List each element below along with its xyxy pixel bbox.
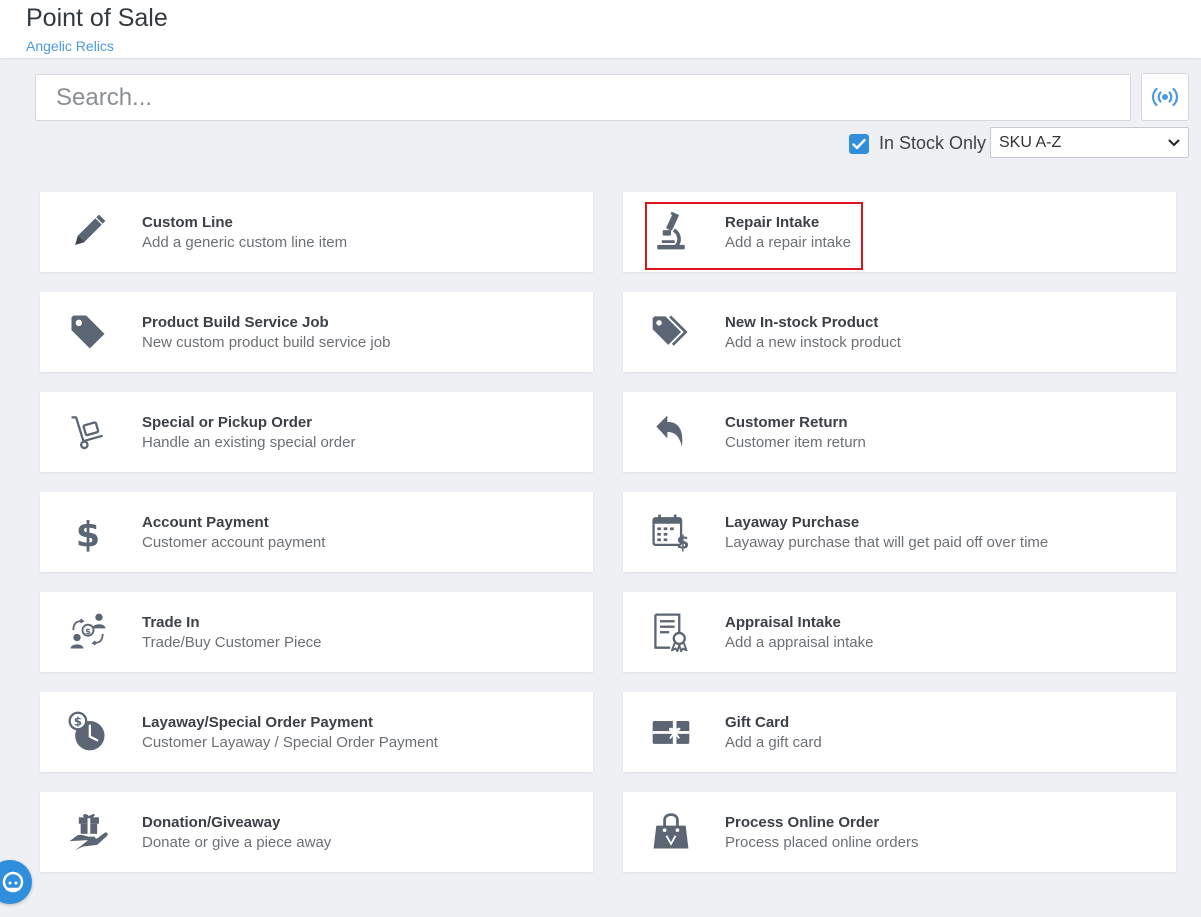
card-title: Special or Pickup Order xyxy=(142,414,313,431)
card-subtitle: Process placed online orders xyxy=(725,834,919,851)
card-title: Repair Intake xyxy=(725,214,820,231)
card-title: Custom Line xyxy=(142,214,233,231)
card-custom-line[interactable]: Custom Line Add a generic custom line it… xyxy=(40,192,593,272)
card-subtitle: New custom product build service job xyxy=(142,334,391,351)
card-special-or-pickup-order[interactable]: Special or Pickup Order Handle an existi… xyxy=(40,392,593,472)
store-name-link[interactable]: Angelic Relics xyxy=(26,38,114,54)
card-title: Product Build Service Job xyxy=(142,314,329,331)
card-product-build-service-job[interactable]: Product Build Service Job New custom pro… xyxy=(40,292,593,372)
card-title: Gift Card xyxy=(725,714,790,731)
card-title: Layaway Purchase xyxy=(725,514,860,531)
card-repair-intake[interactable]: Repair Intake Add a repair intake xyxy=(623,192,1176,272)
card-account-payment[interactable]: $ Account Payment Customer account payme… xyxy=(40,492,593,572)
svg-text:$: $ xyxy=(74,715,82,729)
search-input[interactable] xyxy=(35,74,1131,121)
tags-icon xyxy=(647,308,695,356)
svg-text:$: $ xyxy=(76,516,100,554)
card-title: Layaway/Special Order Payment xyxy=(142,714,373,731)
card-layaway-special-order-payment[interactable]: $ Layaway/Special Order Payment Customer… xyxy=(40,692,593,772)
sort-selected-value: SKU A-Z xyxy=(999,133,1062,151)
support-chat-button[interactable] xyxy=(0,860,32,904)
card-subtitle: Handle an existing special order xyxy=(142,434,356,451)
card-donation-giveaway[interactable]: Donation/Giveaway Donate or give a piece… xyxy=(40,792,593,872)
broadcast-icon xyxy=(1152,87,1178,107)
card-subtitle: Donate or give a piece away xyxy=(142,834,332,851)
card-subtitle: Layaway purchase that will get paid off … xyxy=(725,534,1049,551)
clock-dollar-icon: $ xyxy=(64,708,112,756)
microscope-icon xyxy=(647,208,695,256)
pencil-icon xyxy=(64,208,112,256)
card-subtitle: Trade/Buy Customer Piece xyxy=(142,634,322,651)
card-subtitle: Add a appraisal intake xyxy=(725,634,874,651)
in-stock-label[interactable]: In Stock Only xyxy=(879,133,986,154)
svg-text:$: $ xyxy=(85,626,91,636)
sort-select[interactable]: SKU A-Z xyxy=(990,127,1189,158)
return-arrow-icon xyxy=(647,408,695,456)
card-appraisal-intake[interactable]: Appraisal Intake Add a appraisal intake xyxy=(623,592,1176,672)
shopping-bag-icon xyxy=(647,808,695,856)
chevron-down-icon xyxy=(1168,139,1180,146)
card-customer-return[interactable]: Customer Return Customer item return xyxy=(623,392,1176,472)
svg-text:$: $ xyxy=(677,533,690,554)
hand-gift-icon xyxy=(64,808,112,856)
card-title: Donation/Giveaway xyxy=(142,814,281,831)
calendar-dollar-icon: $ xyxy=(647,508,695,556)
card-title: Appraisal Intake xyxy=(725,614,841,631)
card-subtitle: Add a generic custom line item xyxy=(142,234,348,251)
card-title: Trade In xyxy=(142,614,200,631)
card-title: Account Payment xyxy=(142,514,269,531)
gift-card-icon xyxy=(647,708,695,756)
page-title: Point of Sale xyxy=(26,4,168,32)
page-header: Point of Sale Angelic Relics xyxy=(0,0,1201,58)
card-process-online-order[interactable]: Process Online Order Process placed onli… xyxy=(623,792,1176,872)
dollar-icon: $ xyxy=(64,508,112,556)
card-new-in-stock-product[interactable]: New In-stock Product Add a new instock p… xyxy=(623,292,1176,372)
card-title: Customer Return xyxy=(725,414,848,431)
tag-icon xyxy=(64,308,112,356)
card-subtitle: Add a gift card xyxy=(725,734,822,751)
hand-truck-icon xyxy=(64,408,112,456)
card-subtitle: Customer account payment xyxy=(142,534,326,551)
card-subtitle: Customer item return xyxy=(725,434,866,451)
certificate-icon xyxy=(647,608,695,656)
support-agent-icon xyxy=(2,871,24,893)
card-title: Process Online Order xyxy=(725,814,880,831)
card-gift-card[interactable]: Gift Card Add a gift card xyxy=(623,692,1176,772)
card-trade-in[interactable]: $ Trade In Trade/Buy Customer Piece xyxy=(40,592,593,672)
checkmark-icon xyxy=(852,138,866,150)
card-layaway-purchase[interactable]: $ Layaway Purchase Layaway purchase that… xyxy=(623,492,1176,572)
card-title: New In-stock Product xyxy=(725,314,879,331)
card-subtitle: Customer Layaway / Special Order Payment xyxy=(142,734,438,751)
rfid-scan-button[interactable] xyxy=(1141,73,1189,121)
card-subtitle: Add a new instock product xyxy=(725,334,901,351)
in-stock-checkbox[interactable] xyxy=(849,134,869,154)
trade-exchange-icon: $ xyxy=(64,608,112,656)
card-subtitle: Add a repair intake xyxy=(725,234,851,251)
